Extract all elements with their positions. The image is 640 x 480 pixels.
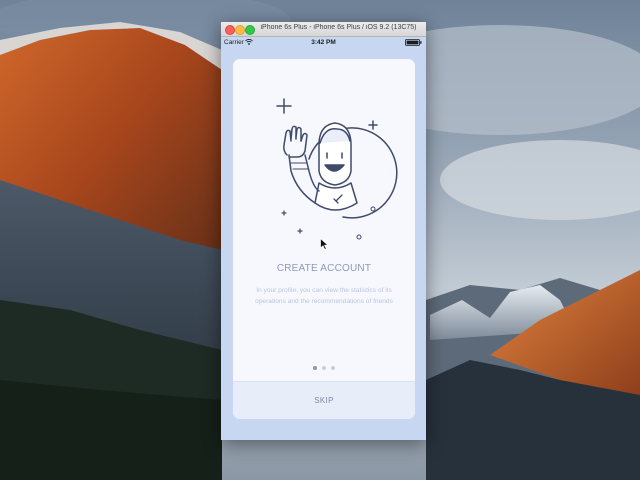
minimize-button[interactable]: [235, 25, 245, 35]
window-title: iPhone 6s Plus - iPhone 6s Plus / iOS 9.…: [260, 24, 417, 31]
onboarding-title: CREATE ACCOUNT: [276, 263, 372, 274]
onboarding-description: In your profile, you can view the statis…: [255, 287, 393, 305]
battery-icon: [405, 39, 422, 46]
mouse-cursor-icon: [320, 238, 329, 250]
page-dot-1[interactable]: [313, 366, 317, 370]
window-titlebar[interactable]: iPhone 6s Plus - iPhone 6s Plus / iOS 9.…: [221, 22, 426, 37]
simulator-window: iPhone 6s Plus - iPhone 6s Plus / iOS 9.…: [221, 22, 426, 440]
astronaut-waving-icon: [276, 98, 398, 240]
page-dot-2[interactable]: [322, 366, 326, 370]
skip-button[interactable]: SKIP: [233, 381, 415, 419]
close-button[interactable]: [225, 25, 235, 35]
page-dot-3[interactable]: [331, 366, 335, 370]
page-indicator[interactable]: [233, 366, 415, 372]
ios-status-bar: Carrier 3:42 PM: [221, 37, 426, 48]
status-time: 3:42 PM: [311, 39, 336, 46]
